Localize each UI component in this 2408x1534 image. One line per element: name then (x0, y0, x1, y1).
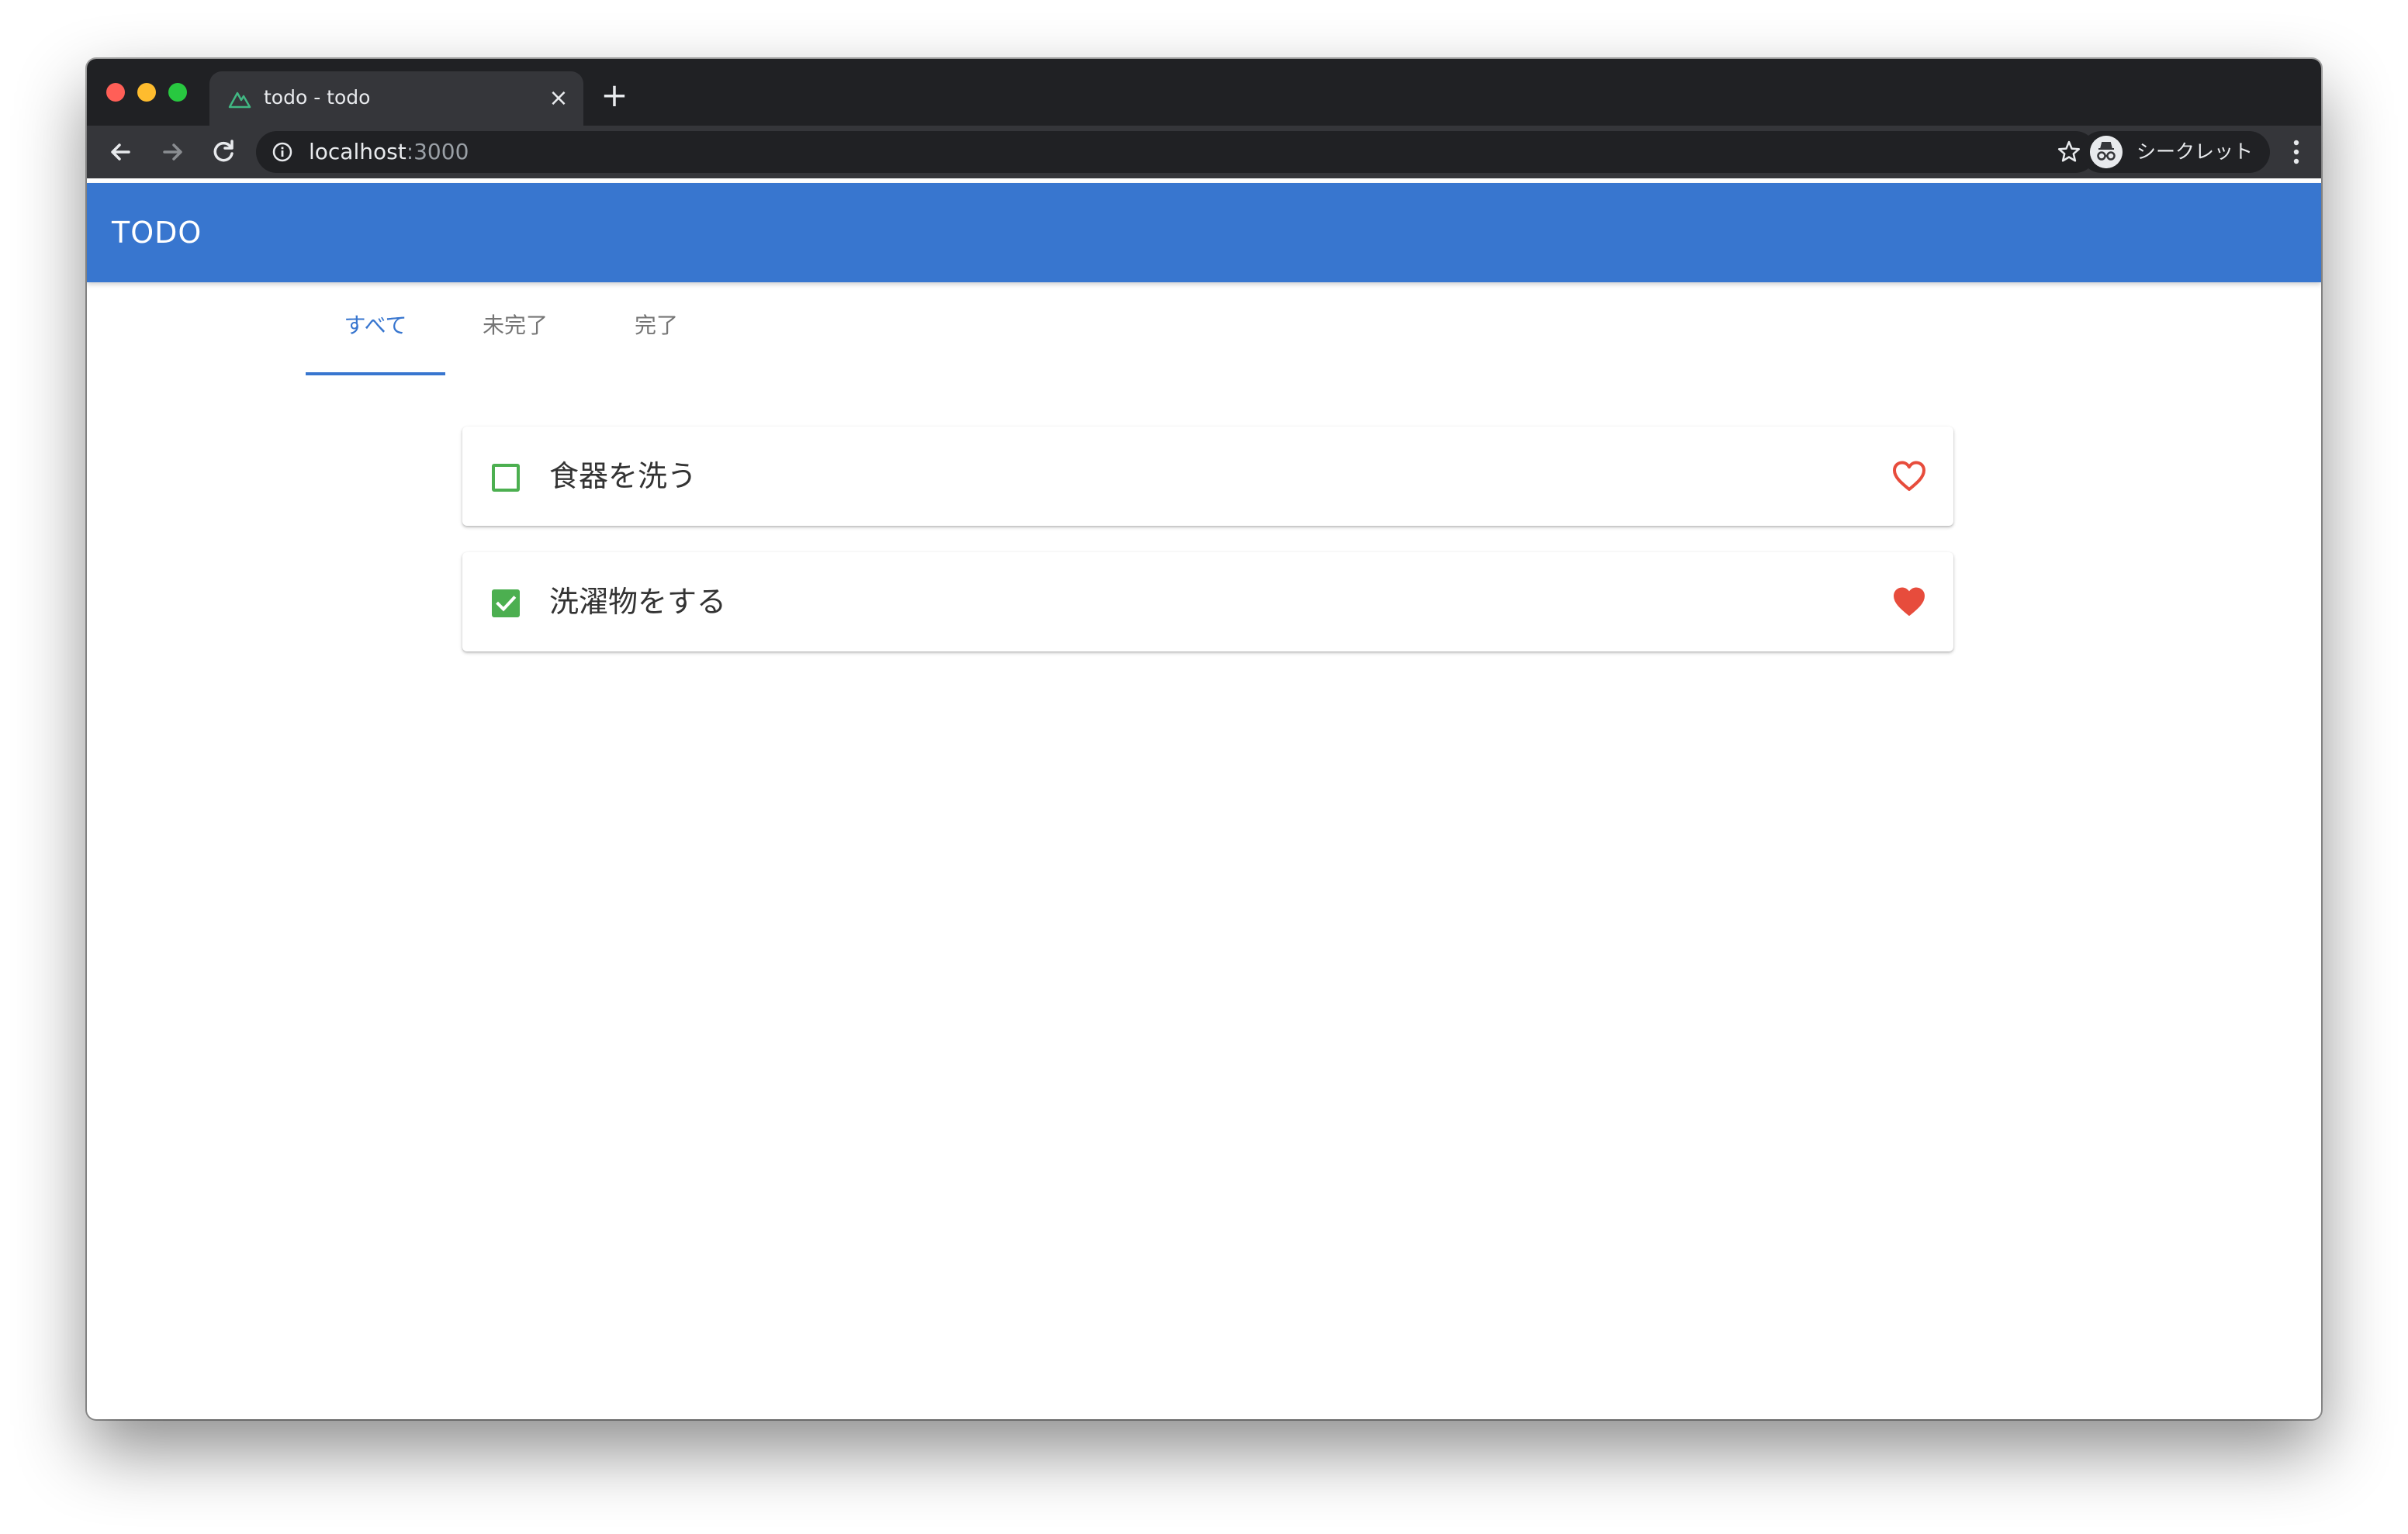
forward-arrow-icon[interactable] (155, 135, 189, 169)
browser-window: todo - todo × + localhost:3000 シークレット TO… (87, 59, 2321, 1419)
url-host: localhost (309, 139, 407, 164)
heart-filled-icon[interactable] (1891, 585, 1927, 619)
incognito-icon (2090, 136, 2123, 168)
more-vertical-icon[interactable] (2289, 136, 2304, 168)
tab-incomplete[interactable]: 未完了 (445, 282, 585, 375)
incognito-label: シークレット (2136, 140, 2254, 163)
tab-incomplete-label: 未完了 (482, 313, 548, 338)
star-icon[interactable] (2056, 139, 2082, 165)
tab-all-label: すべて (344, 313, 407, 338)
maximize-window-button[interactable] (168, 83, 187, 102)
minimize-window-button[interactable] (137, 83, 156, 102)
todo-text: 洗濯物をする (549, 585, 727, 619)
app-title: TODO (112, 216, 202, 250)
tab-strip: todo - todo × + (87, 59, 2321, 126)
tab-complete[interactable]: 完了 (586, 282, 726, 375)
url-text: localhost:3000 (309, 131, 469, 173)
app-header: TODO (87, 183, 2321, 282)
todo-text: 食器を洗う (549, 459, 697, 493)
browser-toolbar: localhost:3000 シークレット (87, 126, 2321, 178)
heart-outline-icon[interactable] (1891, 459, 1927, 493)
url-port: :3000 (406, 139, 469, 164)
todo-item: 洗濯物をする (462, 552, 1953, 651)
plus-icon[interactable]: + (599, 79, 630, 112)
checkmark-icon (496, 596, 517, 612)
reload-icon[interactable] (206, 135, 240, 169)
back-arrow-icon[interactable] (104, 135, 138, 169)
close-icon[interactable]: × (545, 85, 573, 112)
tab-all[interactable]: すべて (306, 282, 445, 375)
browser-tab[interactable]: todo - todo × (209, 71, 583, 126)
todo-item: 食器を洗う (462, 427, 1953, 526)
active-tab-indicator (306, 372, 445, 375)
incognito-profile-button[interactable]: シークレット (2081, 131, 2270, 173)
nuxt-logo-icon (228, 92, 251, 109)
todo-checkbox[interactable] (492, 589, 520, 617)
tab-title: todo - todo (264, 86, 371, 109)
info-icon[interactable] (272, 141, 293, 163)
address-bar[interactable]: localhost:3000 (256, 131, 2096, 173)
tab-complete-label: 完了 (634, 313, 678, 338)
close-window-button[interactable] (106, 83, 125, 102)
todo-checkbox[interactable] (492, 464, 520, 492)
